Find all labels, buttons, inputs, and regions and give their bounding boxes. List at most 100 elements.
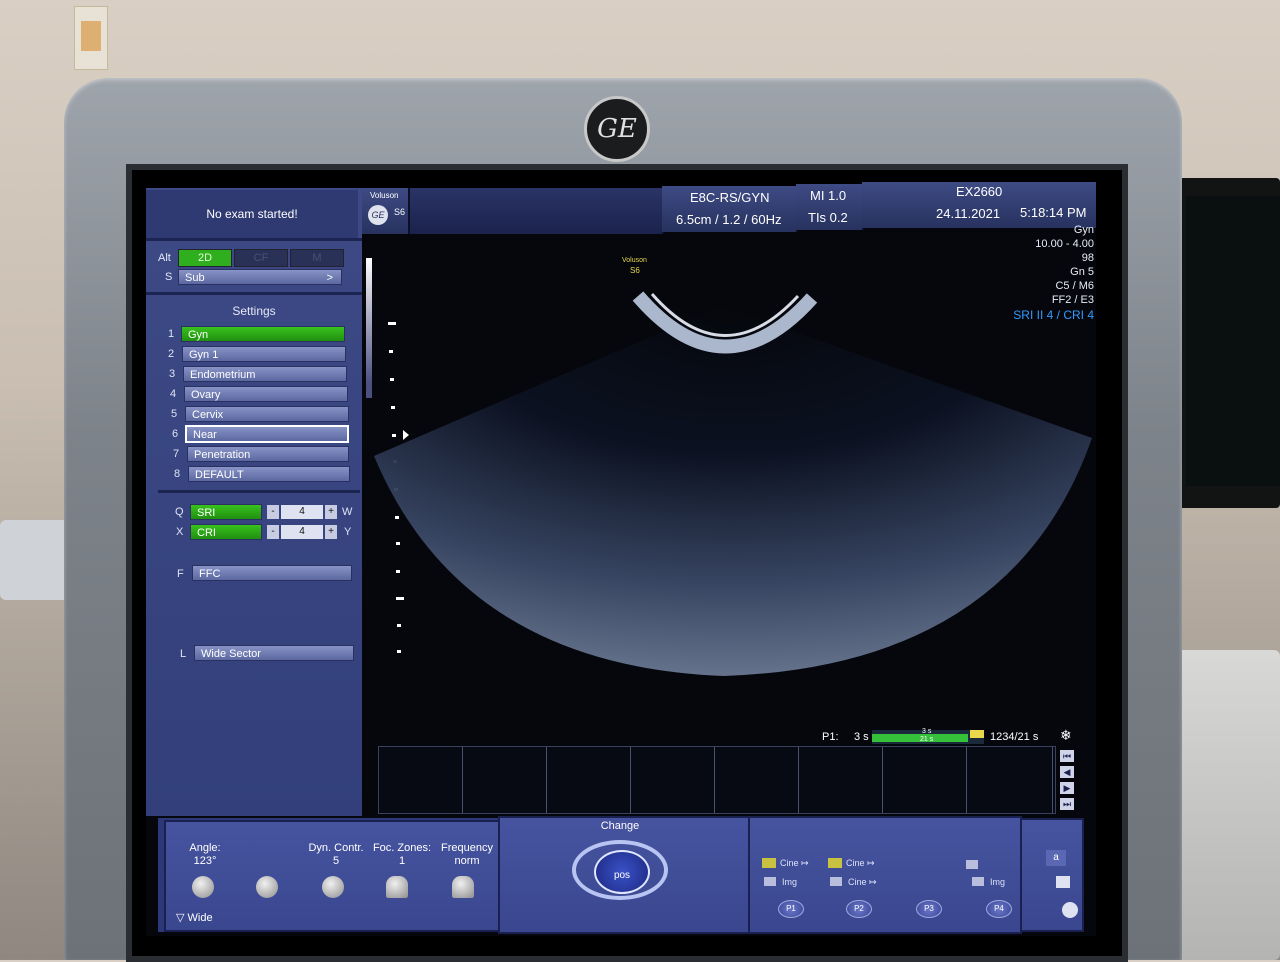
printer-icon (966, 860, 978, 869)
settings-title: Settings (232, 304, 276, 318)
info-frame-filter: FF2 / E3 (1051, 294, 1094, 306)
cine-bar-top-label: 3 s (922, 728, 932, 735)
image-icon (764, 877, 776, 886)
sri-key: Q (175, 506, 184, 518)
p4-button[interactable]: P4 (986, 900, 1012, 918)
ffc-key: F (177, 568, 184, 580)
p3-button[interactable]: P3 (916, 900, 942, 918)
background-monitor-screen (1186, 196, 1280, 486)
snowflake-icon[interactable]: ❄ (1060, 727, 1072, 744)
setting-gyn1-button[interactable]: Gyn 1 (182, 346, 346, 362)
setting-near-button[interactable]: Near (185, 425, 349, 443)
dyn-contrast-knob[interactable] (322, 876, 344, 898)
setting-cervix-button[interactable]: Cervix (185, 406, 349, 422)
change-label: Change (600, 820, 640, 832)
cine-thumbnail[interactable] (379, 747, 463, 813)
frequency-value: norm (454, 855, 480, 867)
image-icon (830, 877, 842, 886)
cine-thumbnail[interactable] (799, 747, 883, 813)
angle-value: 123° (193, 855, 217, 867)
probe-name: E8C-RS/GYN (690, 190, 770, 205)
cine-thumbnail[interactable] (547, 747, 631, 813)
cine-thumbnail[interactable] (715, 747, 799, 813)
p1-top-label: Cine ↦ (780, 858, 809, 868)
cri-key: X (176, 526, 184, 538)
scan-params: 6.5cm / 1.2 / 60Hz (676, 212, 782, 227)
cine-thumbnail[interactable] (631, 747, 715, 813)
cine-progress-bar[interactable]: 3 s 21 s (872, 728, 984, 744)
keyboard-key-button[interactable]: a (1046, 850, 1066, 866)
focus-zones-label: Foc. Zones: (372, 842, 432, 854)
frequency-label: Frequency (441, 842, 493, 854)
focus-zones-knob[interactable] (386, 876, 408, 898)
cri-suffix: Y (344, 526, 352, 538)
next-frame-icon[interactable]: ▶ (1060, 782, 1074, 794)
cri-toggle[interactable]: CRI (190, 524, 262, 540)
sri-value: 4 (281, 505, 323, 519)
p1-bottom-label: Img (782, 877, 798, 887)
cri-value: 4 (281, 525, 323, 539)
sub-key: S (165, 271, 173, 283)
exam-time: 5:18:14 PM (1020, 205, 1087, 220)
patient-id: EX2660 (956, 184, 1003, 199)
image-brand-label: Voluson (622, 257, 647, 264)
wall-sticker (74, 6, 108, 70)
p4-bottom-label: Img (990, 877, 1006, 887)
position-button[interactable]: pos (594, 850, 650, 894)
brand-name: Voluson (370, 191, 399, 200)
wide-toggle[interactable]: ▽ Wide (176, 911, 213, 924)
exam-status: No exam started! (146, 190, 358, 238)
sub-menu-button[interactable]: Sub > (178, 269, 342, 285)
p1-button[interactable]: P1 (778, 900, 804, 918)
ge-button-icon[interactable] (1062, 902, 1078, 918)
setting-number: 5 (171, 408, 178, 420)
alt-label: Alt (158, 252, 171, 264)
setting-default-button[interactable]: DEFAULT (188, 466, 350, 482)
last-frame-icon[interactable]: ⏭ (1060, 798, 1074, 810)
unlabeled-knob[interactable] (256, 876, 278, 898)
info-preset: Gyn (1073, 224, 1094, 236)
cine-frame-count: 1234/21 s (990, 731, 1039, 743)
setting-endometrium-button[interactable]: Endometrium (183, 366, 347, 382)
setting-penetration-button[interactable]: Penetration (187, 446, 349, 462)
envelope-icon (828, 858, 842, 868)
setting-number: 1 (168, 328, 175, 340)
wide-sector-button[interactable]: Wide Sector (194, 645, 354, 661)
cine-thumbnail[interactable] (969, 747, 1053, 813)
mode-2d-button[interactable]: 2D (178, 249, 232, 267)
mode-cf-button[interactable]: CF (234, 249, 288, 267)
cri-plus-button[interactable]: + (325, 525, 337, 539)
ultrasound-control-console (1168, 650, 1280, 960)
frequency-knob[interactable] (452, 876, 474, 898)
envelope-icon (762, 858, 776, 868)
header-spacer (410, 188, 664, 234)
focus-zones-value: 1 (398, 855, 406, 867)
cine-thumbnail[interactable] (463, 747, 547, 813)
setting-number: 2 (168, 348, 175, 360)
p2-button[interactable]: P2 (846, 900, 872, 918)
info-sri-cri: SRI II 4 / CRI 4 (1013, 308, 1094, 322)
previous-frame-icon[interactable]: ◀ (1060, 766, 1074, 778)
first-frame-icon[interactable]: ⏮ (1060, 750, 1074, 762)
sri-plus-button[interactable]: + (325, 505, 337, 519)
angle-knob[interactable] (192, 876, 214, 898)
image-icon (972, 877, 984, 886)
info-contrast-map: C5 / M6 (1055, 280, 1094, 292)
ffc-button[interactable]: FFC (192, 565, 352, 581)
chevron-right-icon: > (326, 272, 333, 284)
setting-gyn-button[interactable]: Gyn (181, 326, 345, 342)
mode-m-button[interactable]: M (290, 249, 344, 267)
divider (146, 238, 362, 241)
sri-minus-button[interactable]: - (267, 505, 279, 519)
cri-minus-button[interactable]: - (267, 525, 279, 539)
cine-start-time: 3 s (854, 731, 869, 743)
cine-thumbnail[interactable] (883, 747, 967, 813)
divider (158, 490, 360, 493)
setting-number: 8 (174, 468, 181, 480)
sub-label: Sub (185, 272, 205, 284)
monitor-icon[interactable] (1056, 876, 1070, 888)
p2-top-label: Cine ↦ (846, 858, 875, 868)
setting-ovary-button[interactable]: Ovary (184, 386, 348, 402)
sri-toggle[interactable]: SRI (190, 504, 262, 520)
info-frequency-range: 10.00 - 4.00 (1035, 238, 1094, 250)
